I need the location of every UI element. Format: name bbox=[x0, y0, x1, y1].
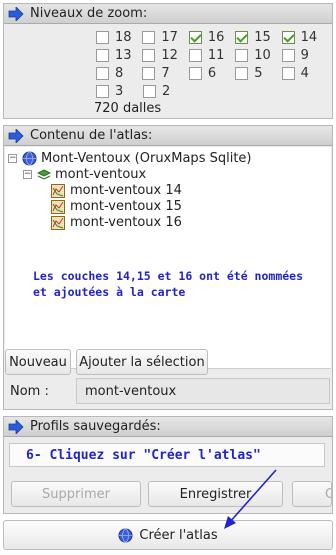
tree-node-level[interactable]: mont-ventoux 16 bbox=[51, 215, 182, 230]
name-label: Nom : bbox=[10, 384, 49, 399]
tree-level-label: mont-ventoux 15 bbox=[70, 199, 182, 214]
arrow-right-icon bbox=[8, 128, 24, 143]
layers-icon bbox=[37, 168, 51, 180]
delete-profile-button[interactable]: Supprimer bbox=[11, 481, 141, 507]
tree-node-layer[interactable]: − mont-ventoux bbox=[23, 167, 146, 182]
zoom-checkbox[interactable] bbox=[281, 66, 295, 80]
map-tile-icon bbox=[51, 215, 65, 230]
zoom-checkbox[interactable] bbox=[235, 48, 249, 62]
tree-node-level[interactable]: mont-ventoux 14 bbox=[51, 183, 182, 198]
zoom-level-7[interactable]: 7 bbox=[142, 66, 188, 81]
zoom-level-10[interactable]: 10 bbox=[235, 48, 281, 63]
zoom-level-13[interactable]: 13 bbox=[96, 48, 142, 63]
instruction-banner: 6- Cliquez sur "Créer l'atlas" bbox=[9, 443, 325, 467]
atlas-content-title: Contenu de l'atlas: bbox=[30, 128, 153, 143]
zoom-level-14[interactable]: 14 bbox=[281, 29, 328, 45]
zoom-level-4[interactable]: 4 bbox=[281, 65, 328, 81]
zoom-checkbox[interactable] bbox=[188, 30, 202, 44]
zoom-row: 18 17 16 15 14 bbox=[96, 28, 328, 46]
arrow-right-icon bbox=[8, 419, 24, 434]
globe-icon bbox=[22, 151, 37, 166]
zoom-checkbox[interactable] bbox=[96, 48, 109, 62]
zoom-level-8[interactable]: 8 bbox=[96, 66, 142, 81]
tree-node-level[interactable]: mont-ventoux 15 bbox=[51, 199, 182, 214]
zoom-checkbox[interactable] bbox=[281, 48, 295, 62]
zoom-level-label: 5 bbox=[254, 65, 263, 81]
zoom-checkbox[interactable] bbox=[188, 48, 202, 62]
add-selection-button[interactable]: Ajouter la sélection bbox=[76, 349, 208, 375]
tree-layer-label: mont-ventoux bbox=[55, 167, 147, 182]
map-tile-icon bbox=[51, 183, 65, 198]
zoom-level-2[interactable]: 2 bbox=[143, 84, 190, 99]
zoom-checkbox[interactable] bbox=[142, 48, 156, 62]
zoom-level-16[interactable]: 16 bbox=[188, 29, 235, 45]
zoom-checkbox[interactable] bbox=[188, 66, 202, 80]
zoom-level-label: 15 bbox=[254, 29, 271, 45]
zoom-level-label: 9 bbox=[300, 47, 309, 63]
collapse-toggle-icon[interactable]: − bbox=[23, 170, 32, 179]
third-profile-button[interactable]: C bbox=[292, 481, 332, 507]
arrow-right-icon bbox=[8, 6, 24, 21]
zoom-level-6[interactable]: 6 bbox=[188, 65, 235, 81]
tree-level-label: mont-ventoux 16 bbox=[70, 215, 182, 230]
zoom-row: 32 bbox=[96, 82, 328, 100]
zoom-level-label: 16 bbox=[207, 29, 225, 45]
zoom-checkbox[interactable] bbox=[235, 30, 249, 44]
zoom-level-label: 18 bbox=[115, 29, 132, 45]
map-tile-icon bbox=[51, 199, 65, 214]
zoom-levels-panel: Niveaux de zoom: 18 17 16 15 14 13 12 11 10 9 8 7 6 5… bbox=[3, 3, 333, 119]
zoom-checkbox-grid: 18 17 16 15 14 13 12 11 10 9 8 7 6 5 4 3 2 bbox=[96, 28, 328, 100]
zoom-row: 8 7 6 5 4 bbox=[96, 64, 328, 82]
zoom-level-15[interactable]: 15 bbox=[235, 30, 281, 45]
atlas-content-header[interactable]: Contenu de l'atlas: bbox=[4, 126, 332, 146]
zoom-level-label: 4 bbox=[300, 65, 309, 81]
tree-level-label: mont-ventoux 14 bbox=[70, 183, 182, 198]
zoom-checkbox[interactable] bbox=[281, 30, 295, 44]
saved-profiles-title: Profils sauvegardés: bbox=[30, 419, 161, 434]
save-profile-button[interactable]: Enregistrer bbox=[148, 481, 283, 507]
zoom-checkbox[interactable] bbox=[142, 66, 156, 80]
zoom-checkbox[interactable] bbox=[96, 84, 109, 98]
zoom-level-3[interactable]: 3 bbox=[96, 84, 143, 99]
zoom-level-9[interactable]: 9 bbox=[281, 47, 328, 63]
zoom-levels-title: Niveaux de zoom: bbox=[30, 6, 148, 21]
zoom-checkbox[interactable] bbox=[143, 84, 156, 98]
tiles-count: 720 dalles bbox=[94, 101, 162, 116]
zoom-checkbox[interactable] bbox=[96, 30, 109, 44]
zoom-level-label: 14 bbox=[300, 29, 318, 45]
new-button[interactable]: Nouveau bbox=[5, 349, 71, 375]
globe-icon bbox=[118, 528, 133, 542]
atlas-tree: − Mont-Ventoux (OruxMaps Sqlite) − mont-… bbox=[5, 147, 331, 369]
zoom-level-label: 3 bbox=[115, 83, 124, 99]
zoom-level-label: 12 bbox=[161, 47, 178, 63]
zoom-level-11[interactable]: 11 bbox=[188, 47, 235, 63]
tree-node-root[interactable]: − Mont-Ventoux (OruxMaps Sqlite) bbox=[8, 151, 252, 166]
create-atlas-button[interactable]: Créer l'atlas bbox=[3, 520, 333, 550]
zoom-level-label: 10 bbox=[254, 47, 271, 63]
zoom-level-18[interactable]: 18 bbox=[96, 30, 142, 45]
zoom-level-label: 11 bbox=[207, 47, 225, 63]
saved-profiles-panel: Profils sauvegardés: 6- Cliquez sur "Cré… bbox=[3, 416, 333, 514]
zoom-levels-header[interactable]: Niveaux de zoom: bbox=[4, 4, 332, 24]
atlas-content-panel: Contenu de l'atlas: − Mont-Ventoux (Orux… bbox=[3, 125, 333, 410]
collapse-toggle-icon[interactable]: − bbox=[8, 154, 17, 163]
zoom-level-label: 13 bbox=[115, 47, 132, 63]
zoom-level-12[interactable]: 12 bbox=[142, 48, 188, 63]
annotation-note: Les couches 14,15 et 16 ont été nommées … bbox=[33, 269, 304, 299]
zoom-level-5[interactable]: 5 bbox=[235, 66, 281, 81]
zoom-level-label: 7 bbox=[161, 65, 170, 81]
saved-profiles-header[interactable]: Profils sauvegardés: bbox=[4, 417, 332, 437]
zoom-checkbox[interactable] bbox=[96, 66, 109, 80]
tree-root-label: Mont-Ventoux (OruxMaps Sqlite) bbox=[41, 151, 252, 166]
zoom-row: 13 12 11 10 9 bbox=[96, 46, 328, 64]
zoom-level-label: 2 bbox=[162, 83, 171, 99]
zoom-level-label: 8 bbox=[115, 65, 124, 81]
zoom-level-17[interactable]: 17 bbox=[142, 30, 188, 45]
zoom-checkbox[interactable] bbox=[235, 66, 249, 80]
name-input[interactable]: mont-ventoux bbox=[76, 378, 330, 404]
zoom-level-label: 17 bbox=[161, 29, 178, 45]
create-atlas-label: Créer l'atlas bbox=[139, 527, 218, 543]
zoom-level-label: 6 bbox=[207, 65, 217, 81]
zoom-checkbox[interactable] bbox=[142, 30, 156, 44]
